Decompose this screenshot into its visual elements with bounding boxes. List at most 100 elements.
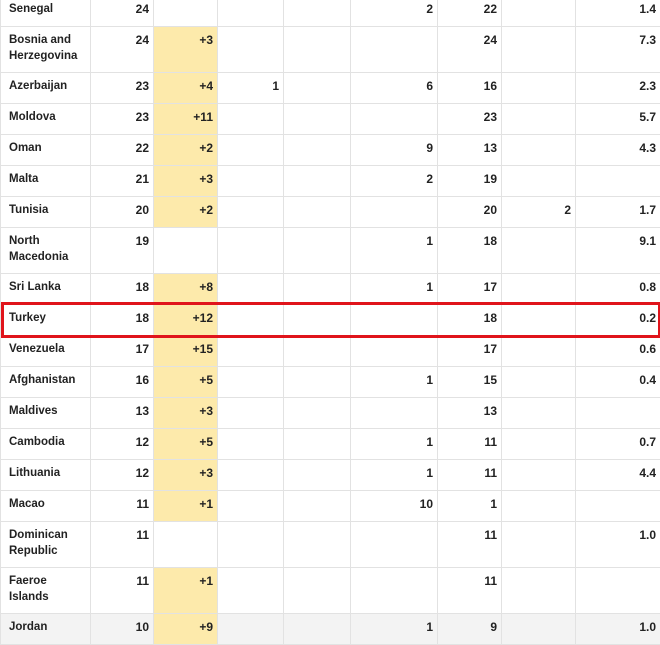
cases-per-million-cell [576,398,660,429]
country-cell: Lithuania [1,460,91,491]
country-cell: Tunisia [1,197,91,228]
country-cell: Senegal [1,0,91,27]
new-deaths-cell [284,614,351,645]
country-cell: Jordan [1,614,91,645]
cases-per-million-cell [576,568,660,614]
table-row: Sri Lanka 18 +8 1 17 0.8 [1,274,660,305]
total-cases-cell: 17 [91,336,154,367]
table-row: Cambodia 12 +5 1 11 0.7 [1,429,660,460]
total-recovered-cell: 2 [351,166,438,197]
total-recovered-cell [351,522,438,568]
table-row: Afghanistan 16 +5 1 15 0.4 [1,367,660,398]
active-cases-cell: 13 [438,135,502,166]
total-deaths-cell [218,166,284,197]
country-cell: Oman [1,135,91,166]
total-cases-cell: 21 [91,166,154,197]
cases-per-million-cell: 5.7 [576,104,660,135]
new-cases-cell: +11 [154,104,218,135]
country-cell: Dominican Republic [1,522,91,568]
country-cell: Bosnia and Herzegovina [1,27,91,73]
table-row: Moldova 23 +11 23 5.7 [1,104,660,135]
new-deaths-cell [284,367,351,398]
new-deaths-cell [284,522,351,568]
table-row: Dominican Republic 11 11 1.0 [1,522,660,568]
total-recovered-cell [351,104,438,135]
total-cases-cell: 23 [91,73,154,104]
serious-critical-cell [502,522,576,568]
total-cases-cell: 13 [91,398,154,429]
new-cases-cell: +8 [154,274,218,305]
total-recovered-cell [351,305,438,336]
cases-per-million-cell: 9.1 [576,228,660,274]
data-table: Senegal 24 2 22 1.4 Bosnia and Herzegovi… [0,0,660,645]
table-row: Jordan 10 +9 1 9 1.0 [1,614,660,645]
serious-critical-cell [502,614,576,645]
cases-per-million-cell: 0.8 [576,274,660,305]
active-cases-cell: 18 [438,305,502,336]
new-cases-cell: +5 [154,429,218,460]
total-recovered-cell: 1 [351,228,438,274]
cases-per-million-cell: 4.4 [576,460,660,491]
new-cases-cell: +3 [154,460,218,491]
total-deaths-cell [218,568,284,614]
total-recovered-cell: 1 [351,614,438,645]
new-cases-cell: +1 [154,568,218,614]
new-deaths-cell [284,0,351,27]
cases-per-million-cell: 7.3 [576,27,660,73]
total-deaths-cell [218,522,284,568]
new-cases-cell: +2 [154,197,218,228]
country-cell: Moldova [1,104,91,135]
active-cases-cell: 13 [438,398,502,429]
total-deaths-cell [218,460,284,491]
new-cases-cell: +3 [154,166,218,197]
active-cases-cell: 23 [438,104,502,135]
active-cases-cell: 20 [438,197,502,228]
total-recovered-cell [351,568,438,614]
cases-per-million-cell: 1.4 [576,0,660,27]
country-cell: Macao [1,491,91,522]
new-deaths-cell [284,274,351,305]
table-row: Azerbaijan 23 +4 1 6 16 2.3 [1,73,660,104]
total-recovered-cell: 10 [351,491,438,522]
new-deaths-cell [284,336,351,367]
cases-per-million-cell: 1.0 [576,522,660,568]
new-deaths-cell [284,429,351,460]
new-deaths-cell [284,104,351,135]
cases-per-million-cell: 1.7 [576,197,660,228]
new-cases-cell: +4 [154,73,218,104]
table-row: Oman 22 +2 9 13 4.3 [1,135,660,166]
serious-critical-cell [502,73,576,104]
total-deaths-cell [218,398,284,429]
total-cases-cell: 12 [91,429,154,460]
total-deaths-cell [218,27,284,73]
table-row: Macao 11 +1 10 1 [1,491,660,522]
country-cell: North Macedonia [1,228,91,274]
new-deaths-cell [284,305,351,336]
total-deaths-cell [218,197,284,228]
serious-critical-cell [502,460,576,491]
country-cell: Sri Lanka [1,274,91,305]
total-cases-cell: 18 [91,305,154,336]
country-cell: Cambodia [1,429,91,460]
country-cell: Maldives [1,398,91,429]
total-cases-cell: 23 [91,104,154,135]
new-deaths-cell [284,460,351,491]
active-cases-cell: 18 [438,228,502,274]
active-cases-cell: 15 [438,367,502,398]
new-cases-cell: +3 [154,398,218,429]
total-cases-cell: 24 [91,0,154,27]
cases-per-million-cell: 2.3 [576,73,660,104]
active-cases-cell: 11 [438,522,502,568]
new-cases-cell: +2 [154,135,218,166]
total-cases-cell: 12 [91,460,154,491]
total-deaths-cell [218,614,284,645]
cases-per-million-cell: 0.6 [576,336,660,367]
new-cases-cell: +3 [154,27,218,73]
total-deaths-cell [218,274,284,305]
total-cases-cell: 19 [91,228,154,274]
serious-critical-cell [502,166,576,197]
serious-critical-cell: 2 [502,197,576,228]
new-deaths-cell [284,135,351,166]
table-row: Lithuania 12 +3 1 11 4.4 [1,460,660,491]
country-cell: Faeroe Islands [1,568,91,614]
